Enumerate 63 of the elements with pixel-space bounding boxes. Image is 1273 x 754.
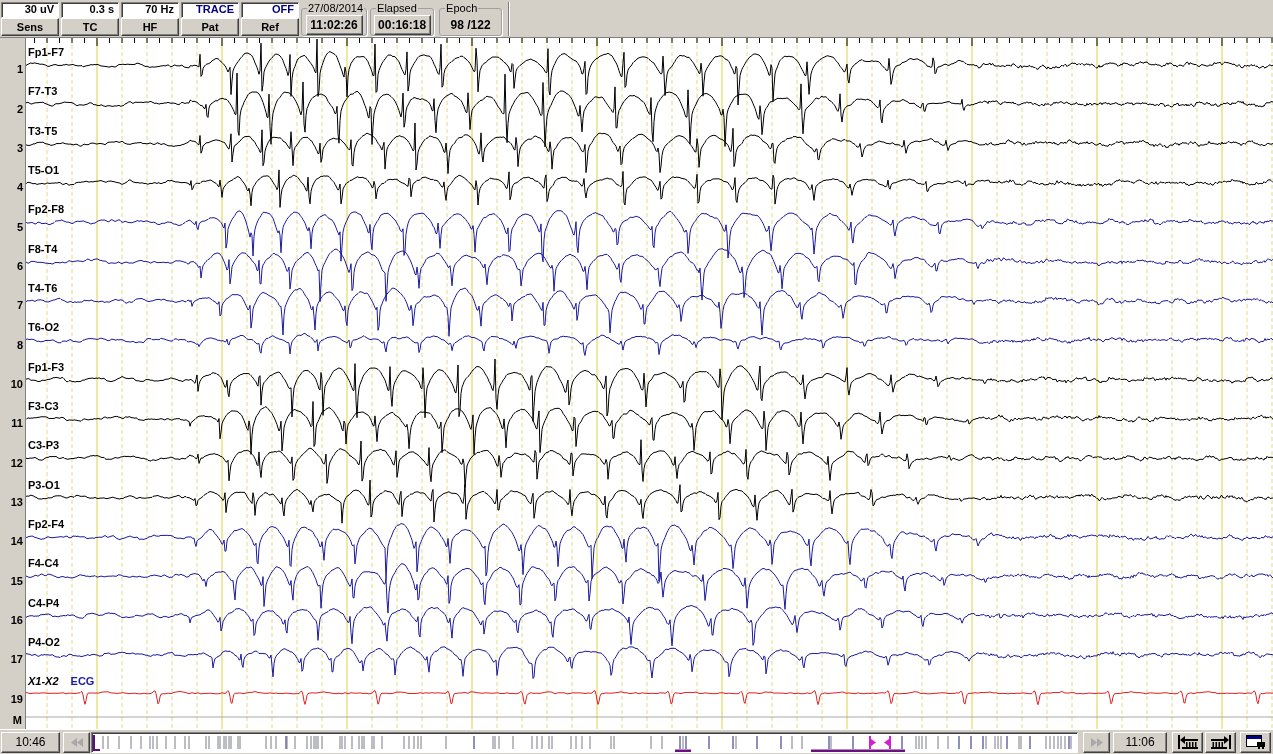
- scroll-start-button[interactable]: [1172, 731, 1203, 753]
- channel-label: Fp1-F7: [28, 46, 65, 59]
- channel-label: X1-X2: [28, 675, 59, 689]
- display-button[interactable]: [1240, 731, 1271, 753]
- channel-label: Fp2-F4: [28, 517, 65, 531]
- channel-number: 1: [16, 63, 23, 77]
- channel-number: 11: [11, 417, 23, 431]
- channel-label: Fp1-F3: [28, 360, 65, 374]
- channel-number: 15: [10, 574, 23, 588]
- group-label: Elapsed: [376, 2, 418, 14]
- setting-display: OFF: [241, 2, 299, 18]
- channel-label: F3-C3: [28, 399, 59, 413]
- channel-number: 5: [16, 220, 23, 234]
- channel-label: T5-O1: [28, 164, 60, 177]
- toolbar-button[interactable]: Pat: [181, 18, 239, 36]
- channel-number: 16: [10, 613, 23, 627]
- channel-label: F8-T4: [28, 242, 58, 256]
- channel-number: 7: [16, 299, 23, 313]
- setting-display: TRACE: [181, 2, 239, 18]
- setting-display: 0.3 s: [61, 2, 119, 18]
- channel-number: 4: [16, 181, 23, 195]
- channel-number: 12: [10, 456, 23, 470]
- toolbar-button[interactable]: Sens: [1, 18, 59, 36]
- setting-display: 70 Hz: [121, 2, 179, 18]
- channel-number: 14: [10, 535, 23, 549]
- channel-label: F7-T3: [28, 85, 58, 99]
- signal-type-label: ECG: [70, 675, 95, 689]
- marker-row-label: M: [12, 714, 22, 728]
- arrow-left-to-bar-icon: [1177, 735, 1198, 749]
- start-time: 10:46: [1, 731, 60, 753]
- epoch-counter: 98 /122: [450, 18, 491, 32]
- channel-label: T6-O2: [28, 321, 60, 335]
- channel-label: Fp2-F8: [28, 203, 65, 217]
- channel-label: P3-O1: [28, 478, 60, 492]
- double-right-arrow-icon: [1090, 737, 1103, 747]
- channel-number: 10: [10, 377, 23, 391]
- double-left-arrow-icon: [70, 737, 83, 747]
- toolbar-button[interactable]: Ref: [241, 18, 299, 36]
- channel-label: F4-C4: [28, 557, 59, 571]
- window-icon: [1245, 735, 1266, 749]
- clock-button[interactable]: 11:02:26: [305, 15, 363, 35]
- timeline-thumb[interactable]: [869, 734, 891, 750]
- end-time: 11:06: [1113, 731, 1167, 753]
- channel-number: 3: [16, 142, 23, 155]
- setting-display: 30 uV: [1, 2, 59, 18]
- channel-label: T3-T5: [28, 124, 58, 138]
- group-label: Epoch: [445, 2, 479, 14]
- elapsed-button[interactable]: 00:16:18: [373, 15, 431, 35]
- channel-number: 13: [10, 495, 23, 509]
- channel-number: 2: [16, 102, 23, 116]
- channel-label: T4-T6: [28, 281, 58, 295]
- arrow-right-to-bar-icon: [1210, 735, 1231, 749]
- group-label: 27/08/2014: [307, 2, 365, 14]
- channel-number: 19: [10, 692, 23, 706]
- channel-number: 17: [10, 653, 23, 667]
- toolbar-button[interactable]: TC: [61, 18, 119, 36]
- channel-label: P4-O2: [28, 635, 60, 649]
- channel-label: C4-P4: [28, 596, 60, 610]
- scroll-end-button[interactable]: [1205, 731, 1236, 753]
- toolbar-button[interactable]: HF: [121, 18, 179, 36]
- channel-number: 8: [16, 338, 23, 352]
- channel-number: 6: [16, 259, 23, 273]
- channel-label: C3-P3: [28, 439, 60, 453]
